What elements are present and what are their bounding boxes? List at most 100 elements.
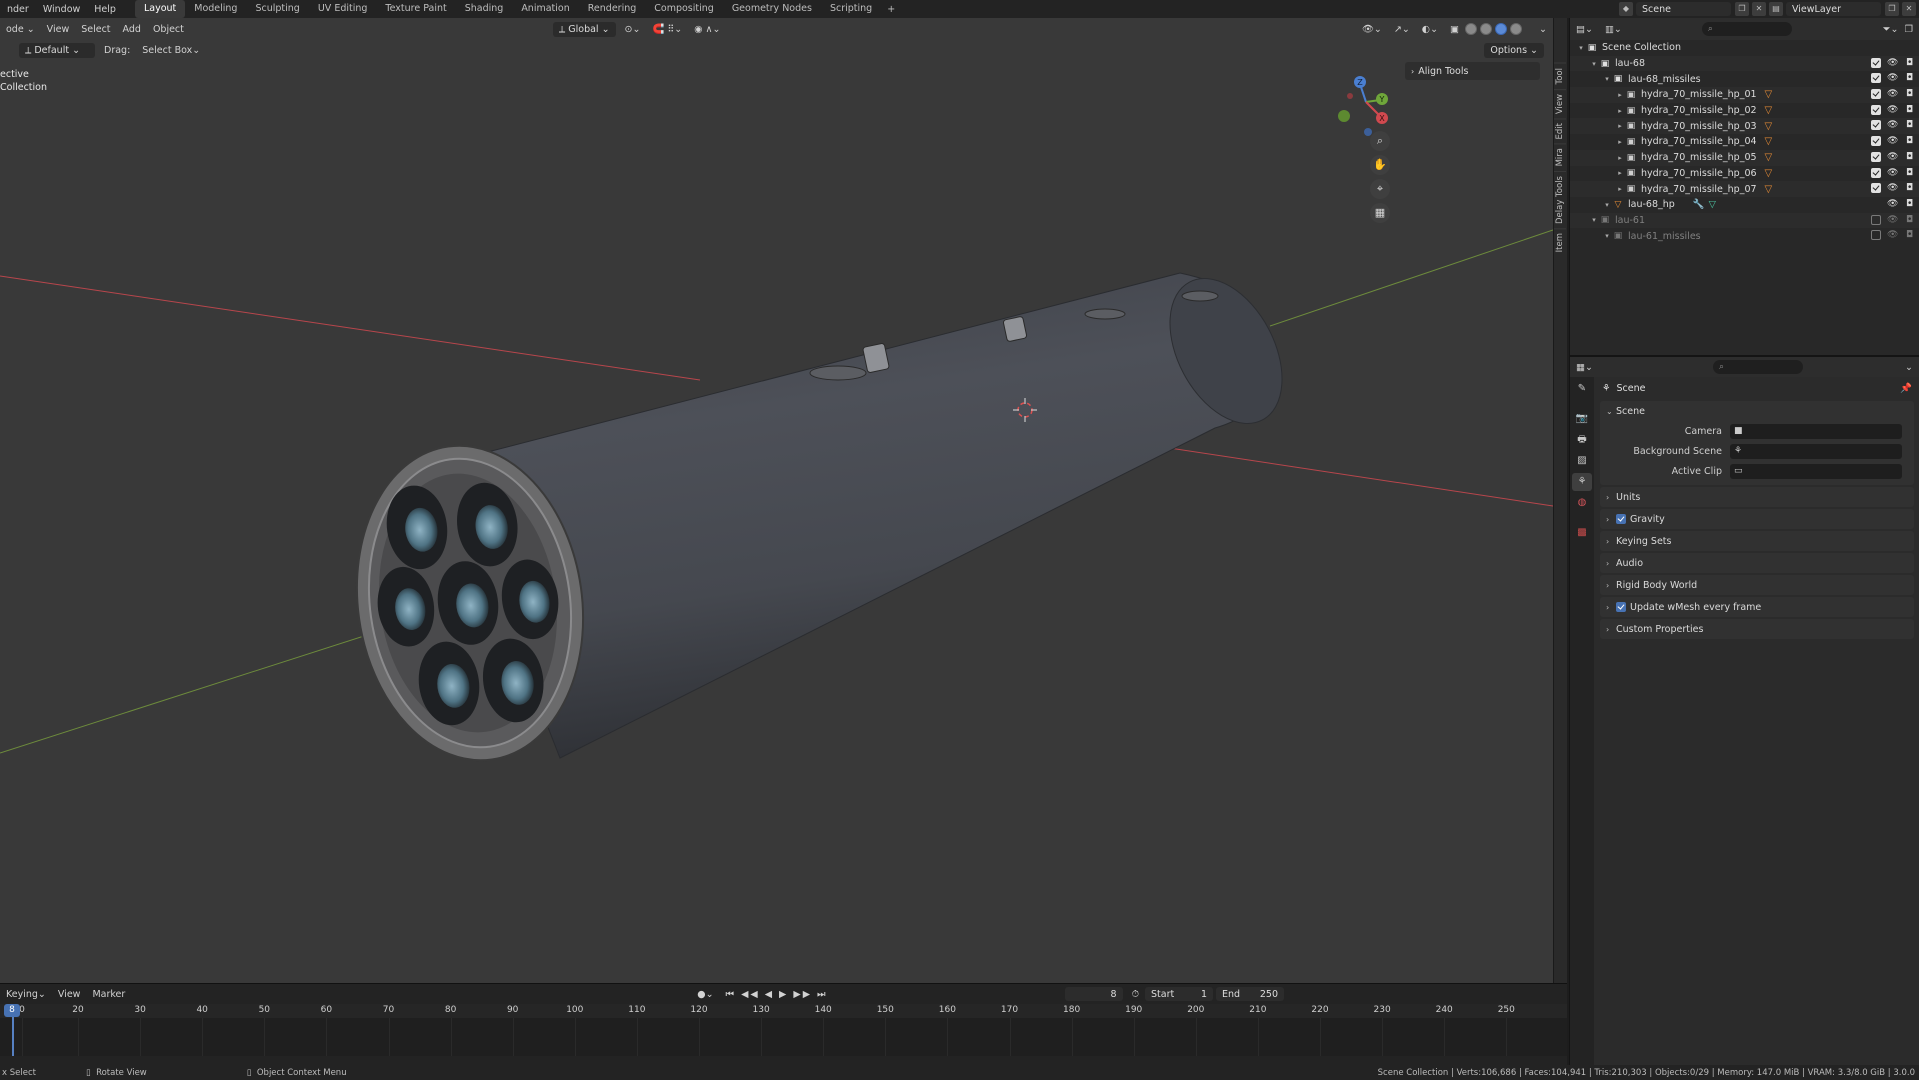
expand-arrow-icon[interactable]: ▾ xyxy=(1589,216,1599,224)
outliner-row[interactable]: ▾ ▣ lau-68 👁 ◘ xyxy=(1570,55,1919,72)
timeline-ruler[interactable]: 0 20 30 40 50 60 70 80 90 100 110 120 130 140 150 160 17… xyxy=(0,1004,1567,1018)
mesh-data-icon[interactable]: ▽ xyxy=(1765,168,1773,179)
add-menu[interactable]: Add xyxy=(117,24,147,35)
grid-perspective-icon[interactable]: ▦ xyxy=(1370,203,1390,223)
playhead-frame-label[interactable]: 8 xyxy=(4,1004,20,1017)
menu-render[interactable]: nder xyxy=(0,4,36,15)
properties-options-icon[interactable]: ⌄ xyxy=(1905,362,1913,373)
camera-render-icon[interactable]: ◘ xyxy=(1904,168,1915,178)
view-filter-icon[interactable]: ▥⌄ xyxy=(1605,24,1622,35)
tab-layout[interactable]: Layout xyxy=(134,0,186,18)
eye-icon[interactable]: 👁 xyxy=(1887,89,1898,99)
current-frame-field[interactable]: 8 xyxy=(1064,987,1123,1001)
pin-icon[interactable]: 📌 xyxy=(1900,383,1912,394)
shading-options-icon[interactable]: ⌄ xyxy=(1533,24,1553,35)
subpanel-checkbox[interactable] xyxy=(1616,514,1626,524)
expand-arrow-icon[interactable]: ▾ xyxy=(1602,232,1612,240)
object-menu[interactable]: Object xyxy=(147,24,190,35)
sidebar-tab-item[interactable]: Item xyxy=(1554,227,1566,256)
menu-help[interactable]: Help xyxy=(87,4,123,15)
exclude-checkbox[interactable] xyxy=(1871,230,1881,241)
menu-window[interactable]: Window xyxy=(36,4,87,15)
start-frame-field[interactable]: Start 1 xyxy=(1145,987,1213,1001)
wireframe-shading-icon[interactable] xyxy=(1465,23,1478,35)
mesh-data-icon[interactable]: ▽ xyxy=(1765,89,1773,100)
overlay-toggle-icon[interactable]: ◐⌄ xyxy=(1416,24,1444,35)
world-tab-icon[interactable]: ◍ xyxy=(1572,494,1592,512)
xray-icon[interactable]: ▣ xyxy=(1444,24,1465,35)
subpanel-header[interactable]: › Gravity xyxy=(1600,509,1914,529)
mesh-data-icon[interactable]: ▽ xyxy=(1765,152,1773,163)
tab-shading[interactable]: Shading xyxy=(456,0,513,18)
sidebar-tab-edit[interactable]: Edit xyxy=(1554,117,1566,144)
record-button[interactable]: ●⌄ xyxy=(691,989,719,1000)
camera-render-icon[interactable]: ◘ xyxy=(1904,152,1915,162)
exclude-checkbox[interactable] xyxy=(1871,151,1881,162)
view-layer-icon[interactable]: ▤ xyxy=(1769,2,1783,16)
pivot-icon[interactable]: ⊙⌄ xyxy=(619,24,647,35)
subpanel-header[interactable]: › Keying Sets xyxy=(1600,531,1914,551)
camera-view-icon[interactable]: ⌖ xyxy=(1370,179,1390,199)
subpanel-header[interactable]: › Units xyxy=(1600,487,1914,507)
tab-modeling[interactable]: Modeling xyxy=(185,0,246,18)
outliner-row[interactable]: ▸ ▣ hydra_70_missile_hp_05 ▽ 👁 ◘ xyxy=(1570,149,1919,166)
exclude-checkbox[interactable] xyxy=(1871,120,1881,131)
drag-dropdown[interactable]: Select Box⌄ xyxy=(136,45,206,56)
eye-icon[interactable]: 👁 xyxy=(1887,199,1898,209)
expand-arrow-icon[interactable]: ▾ xyxy=(1602,75,1612,83)
gizmo-neg-y[interactable] xyxy=(1338,110,1350,122)
render-tab-icon[interactable]: 📷 xyxy=(1572,410,1592,428)
outliner-row[interactable]: ▸ ▣ hydra_70_missile_hp_03 ▽ 👁 ◘ xyxy=(1570,118,1919,135)
3d-viewport[interactable]: ode ⌄ View Select Add Object ⟂ Global ⌄ … xyxy=(0,18,1553,983)
outliner-row[interactable]: ▾ ▣ lau-68_missiles 👁 ◘ xyxy=(1570,71,1919,87)
eye-icon[interactable]: 👁 xyxy=(1887,215,1898,225)
delete-scene-icon[interactable]: ✕ xyxy=(1752,2,1766,16)
property-field[interactable]: ■ xyxy=(1730,423,1902,439)
sidebar-tab-tool[interactable]: Tool xyxy=(1554,63,1566,89)
expand-arrow-icon[interactable]: ▸ xyxy=(1615,107,1625,115)
tool-tab-icon[interactable]: ✎ xyxy=(1572,380,1592,398)
marker-menu[interactable]: Marker xyxy=(86,989,131,1000)
material-shading-icon[interactable] xyxy=(1495,23,1508,35)
outliner-row[interactable]: ▸ ▣ hydra_70_missile_hp_07 ▽ 👁 ◘ xyxy=(1570,181,1919,197)
modifier-icon[interactable]: 🔧 xyxy=(1693,199,1705,210)
outliner-row[interactable]: ▾ ▽ lau-68_hp 🔧 ▽ 👁 ◘ xyxy=(1570,197,1919,213)
view-menu[interactable]: View xyxy=(41,24,76,35)
gizmo-toggle-icon[interactable]: ↗⌄ xyxy=(1388,24,1416,35)
timeline-track-area[interactable] xyxy=(0,1018,1567,1056)
property-field[interactable]: ⚘ xyxy=(1730,443,1902,459)
outliner-row[interactable]: ▾ ▣ lau-61 👁 ◘ xyxy=(1570,212,1919,229)
expand-arrow-icon[interactable]: ▸ xyxy=(1615,185,1625,193)
camera-render-icon[interactable]: ◘ xyxy=(1904,58,1915,68)
clock-icon[interactable]: ⏱ xyxy=(1126,989,1145,1000)
subpanel-header[interactable]: › Audio xyxy=(1600,553,1914,573)
display-mode-icon[interactable]: ▤⌄ xyxy=(1576,24,1593,35)
outliner-row[interactable]: ▸ ▣ hydra_70_missile_hp_06 ▽ 👁 ◘ xyxy=(1570,166,1919,182)
mesh-data-icon[interactable]: ▽ xyxy=(1709,199,1716,210)
eye-icon[interactable]: 👁 xyxy=(1887,73,1898,83)
timeline-view-menu[interactable]: View xyxy=(52,989,87,1000)
camera-render-icon[interactable]: ◘ xyxy=(1904,73,1915,83)
subpanel-header[interactable]: › Update wMesh every frame xyxy=(1600,597,1914,617)
new-collection-icon[interactable]: ❐ xyxy=(1904,24,1913,35)
eye-icon[interactable]: 👁 xyxy=(1887,120,1898,130)
subpanel-header[interactable]: › Custom Properties xyxy=(1600,619,1914,639)
solid-shading-icon[interactable] xyxy=(1480,23,1493,35)
camera-render-icon[interactable]: ◘ xyxy=(1904,215,1915,225)
expand-arrow-icon[interactable]: ▾ xyxy=(1589,60,1599,68)
filter-icon[interactable]: ⏷⌄ xyxy=(1883,24,1899,35)
subpanel-checkbox[interactable] xyxy=(1616,602,1626,612)
camera-render-icon[interactable]: ◘ xyxy=(1904,89,1915,99)
add-workspace-button[interactable]: + xyxy=(881,4,901,15)
camera-render-icon[interactable]: ◘ xyxy=(1904,120,1915,130)
view-layer-field[interactable]: ViewLayer xyxy=(1786,2,1881,16)
expand-arrow-icon[interactable]: ▸ xyxy=(1615,154,1625,162)
camera-render-icon[interactable]: ◘ xyxy=(1904,199,1915,209)
tab-scripting[interactable]: Scripting xyxy=(821,0,881,18)
select-menu[interactable]: Select xyxy=(75,24,116,35)
camera-render-icon[interactable]: ◘ xyxy=(1904,183,1915,193)
camera-render-icon[interactable]: ◘ xyxy=(1904,230,1915,240)
exclude-checkbox[interactable] xyxy=(1871,57,1881,68)
gizmo-neg-x[interactable] xyxy=(1347,93,1353,99)
mesh-data-icon[interactable]: ▽ xyxy=(1765,105,1773,116)
